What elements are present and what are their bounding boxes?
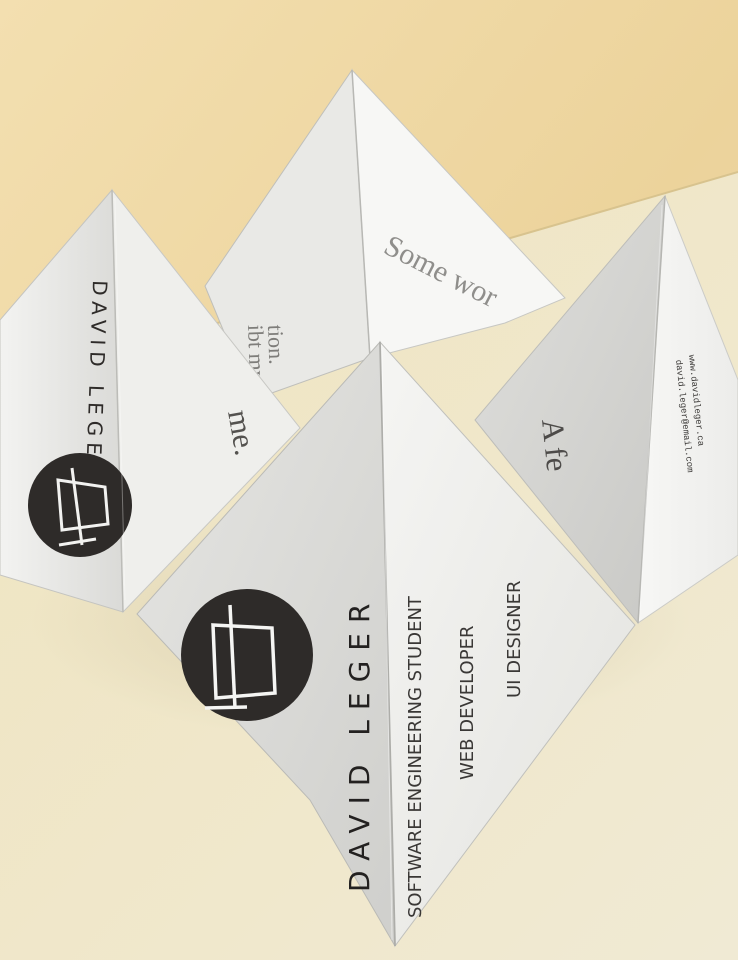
front-panel-line-1: SOFTWARE ENGINEERING STUDENT (405, 595, 426, 918)
left-logo (28, 453, 132, 557)
back-panel-line-2: tion. (263, 324, 289, 365)
front-logo (181, 589, 313, 721)
photo-scene: Some wor ibt my tion. DAVID LEGER me. A … (0, 0, 738, 960)
front-panel-line-3: UI DESIGNER (504, 581, 525, 698)
right-panel-fragment: A fe (535, 417, 575, 473)
front-panel-line-2: WEB DEVELOPER (457, 626, 478, 780)
front-panel-name: DAVID LEGER (343, 594, 376, 892)
